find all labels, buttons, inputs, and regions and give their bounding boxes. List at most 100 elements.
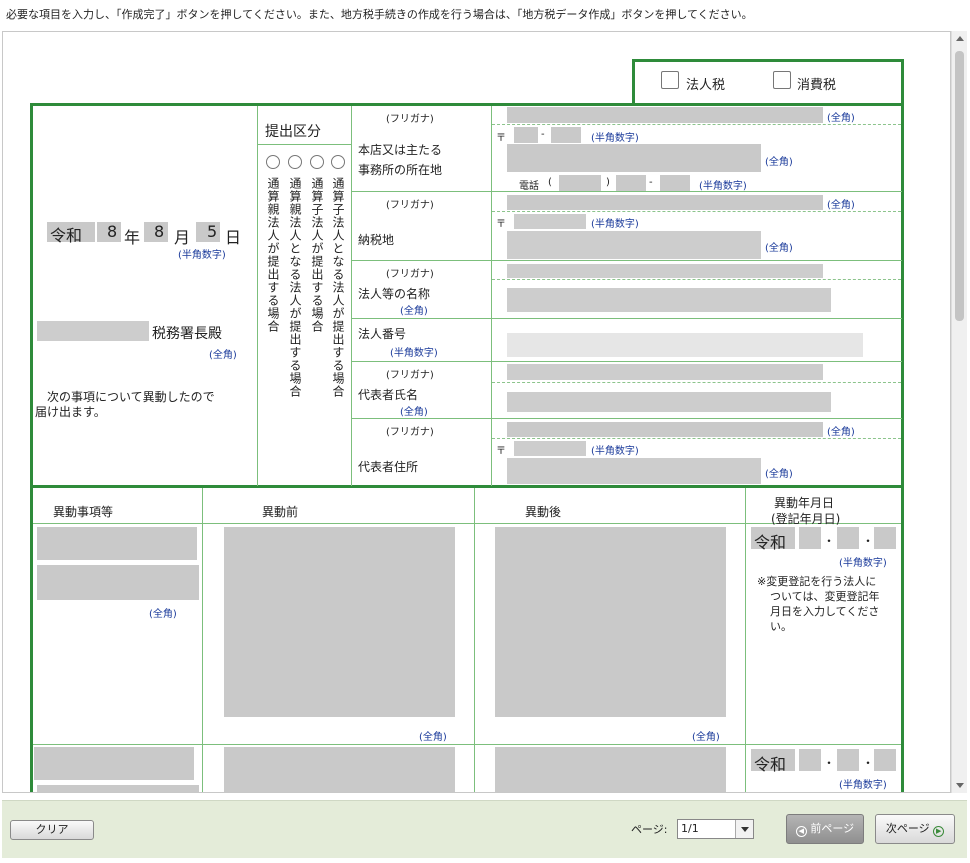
zenkaku-hint-10: (全角) xyxy=(419,732,447,743)
consumption-tax-checkbox[interactable] xyxy=(773,71,791,89)
month-value: 8 xyxy=(154,222,165,241)
zenkaku-hint-8: (全角) xyxy=(765,469,793,480)
rep-address-furigana-input[interactable] xyxy=(507,422,823,437)
rep-address-label: 代表者住所 xyxy=(358,460,419,474)
head-office-address-input[interactable] xyxy=(507,144,761,172)
change-after-1-input[interactable] xyxy=(495,527,726,717)
footer-bar: クリア ページ: 1/1 ◀ 前ページ 次ページ ▶ xyxy=(2,800,967,858)
zenkaku-hint-2: (全角) xyxy=(765,157,793,168)
change-date-2-era: 令和 xyxy=(754,755,787,774)
change-before-2-input[interactable] xyxy=(224,747,455,792)
tax-place-furigana-input[interactable] xyxy=(507,195,823,210)
corp-number-input[interactable] xyxy=(507,333,863,357)
prev-page-button[interactable]: ◀ 前ページ xyxy=(786,814,864,844)
furigana-hint-4: (フリガナ) xyxy=(386,370,434,381)
postal-code-1a-input[interactable] xyxy=(514,127,538,143)
head-office-furigana-input[interactable] xyxy=(507,107,823,123)
change-item-1-input[interactable] xyxy=(37,527,197,560)
rep-name-label: 代表者氏名 xyxy=(358,388,419,402)
hankaku-hint-2: (半角数字) xyxy=(699,181,747,192)
scroll-thumb[interactable] xyxy=(955,51,964,321)
hankaku-hint-3: (半角数字) xyxy=(591,219,639,230)
page-select[interactable]: 1/1 xyxy=(677,819,754,839)
change-date-2-dot-1: ・ xyxy=(823,756,836,770)
tax-place-address-input[interactable] xyxy=(507,231,761,259)
phone-number-input[interactable] xyxy=(660,175,690,191)
next-page-button[interactable]: 次ページ ▶ xyxy=(875,814,955,844)
phone-paren-close: ) xyxy=(606,177,610,188)
col-before: 異動前 xyxy=(262,505,299,519)
change-item-2b-input[interactable] xyxy=(37,785,199,792)
submission-radio-1[interactable] xyxy=(266,155,280,169)
postal-code-2-input[interactable] xyxy=(514,214,586,229)
postal-dash-1: - xyxy=(541,129,545,140)
rep-address-input[interactable] xyxy=(507,458,761,484)
change-item-1b-input[interactable] xyxy=(37,565,199,600)
col-after: 異動後 xyxy=(525,505,562,519)
submission-radio-4[interactable] xyxy=(331,155,345,169)
change-date-2-day-input[interactable] xyxy=(874,749,896,771)
phone-label: 電話 xyxy=(519,181,539,192)
month-unit: 月 xyxy=(174,228,191,247)
vertical-scrollbar[interactable] xyxy=(951,31,967,793)
change-date-1-month-input[interactable] xyxy=(837,527,859,549)
hankaku-hint-4: (半角数字) xyxy=(390,348,438,359)
phone-local-input[interactable] xyxy=(616,175,646,191)
instruction-text: 必要な項目を入力し、「作成完了」ボタンを押してください。また、地方税手続きの作成… xyxy=(6,8,753,21)
postal-mark-3: 〒 xyxy=(496,446,506,457)
change-date-1-dot-1: ・ xyxy=(823,534,836,548)
tax-office-hint: (全角) xyxy=(209,350,237,361)
scroll-down-icon[interactable] xyxy=(956,783,964,788)
corp-name-furigana-input[interactable] xyxy=(507,264,823,278)
change-item-2-input[interactable] xyxy=(34,747,194,780)
corporate-tax-label: 法人税 xyxy=(686,78,726,93)
furigana-hint-1: (フリガナ) xyxy=(386,114,434,125)
phone-paren-open: ( xyxy=(548,177,552,188)
submission-title: 提出区分 xyxy=(265,124,321,140)
rep-name-input[interactable] xyxy=(507,392,831,412)
postal-mark-2: 〒 xyxy=(496,219,506,230)
postal-code-3-input[interactable] xyxy=(514,441,586,456)
furigana-hint-2: (フリガナ) xyxy=(386,200,434,211)
next-page-label: 次ページ xyxy=(885,822,930,835)
zenkaku-hint-11: (全角) xyxy=(692,732,720,743)
change-date-2-year-input[interactable] xyxy=(799,749,821,771)
change-note-2: ついては、変更登記年 xyxy=(770,590,880,603)
head-office-label-2: 事務所の所在地 xyxy=(358,163,443,177)
tax-office-suffix: 税務署長殿 xyxy=(152,326,222,342)
page-label: ページ: xyxy=(631,823,668,836)
tax-office-input[interactable] xyxy=(37,321,149,341)
consumption-tax-label: 消費税 xyxy=(797,78,837,93)
corp-name-label: 法人等の名称 xyxy=(358,287,431,301)
change-note-3: 月日を入力してくださ xyxy=(770,605,880,618)
corporate-tax-checkbox[interactable] xyxy=(661,71,679,89)
submission-radio-3[interactable] xyxy=(310,155,324,169)
submission-radio-2[interactable] xyxy=(288,155,302,169)
submission-option-1: 通算親法人が提出する場合 xyxy=(266,177,280,333)
change-after-2-input[interactable] xyxy=(495,747,726,792)
prev-page-label: 前ページ xyxy=(810,822,855,835)
submission-option-3: 通算子法人が提出する場合 xyxy=(310,177,324,333)
furigana-hint-5: (フリガナ) xyxy=(386,427,434,438)
change-date-2-month-input[interactable] xyxy=(837,749,859,771)
phone-area-input[interactable] xyxy=(559,175,601,191)
change-before-1-input[interactable] xyxy=(224,527,455,717)
postal-code-1b-input[interactable] xyxy=(551,127,581,143)
tax-place-label: 納税地 xyxy=(358,233,395,247)
submission-option-2: 通算親法人となる法人が提出する場合 xyxy=(288,177,302,398)
change-date-1-day-input[interactable] xyxy=(874,527,896,549)
next-arrow-icon: ▶ xyxy=(933,826,945,837)
rep-name-furigana-input[interactable] xyxy=(507,364,823,380)
change-date-1-year-input[interactable] xyxy=(799,527,821,549)
corp-name-input[interactable] xyxy=(507,288,831,312)
date-hint: (半角数字) xyxy=(178,250,226,261)
chevron-down-icon[interactable] xyxy=(735,820,753,838)
scroll-up-icon[interactable] xyxy=(956,36,964,41)
postal-mark-1: 〒 xyxy=(496,133,506,144)
clear-button[interactable]: クリア xyxy=(10,820,94,840)
day-unit: 日 xyxy=(225,228,242,247)
corp-number-label: 法人番号 xyxy=(358,327,407,341)
year-unit: 年 xyxy=(124,228,141,247)
hankaku-hint-7: (半角数字) xyxy=(839,780,887,791)
change-date-1-dot-2: ・ xyxy=(862,534,875,548)
